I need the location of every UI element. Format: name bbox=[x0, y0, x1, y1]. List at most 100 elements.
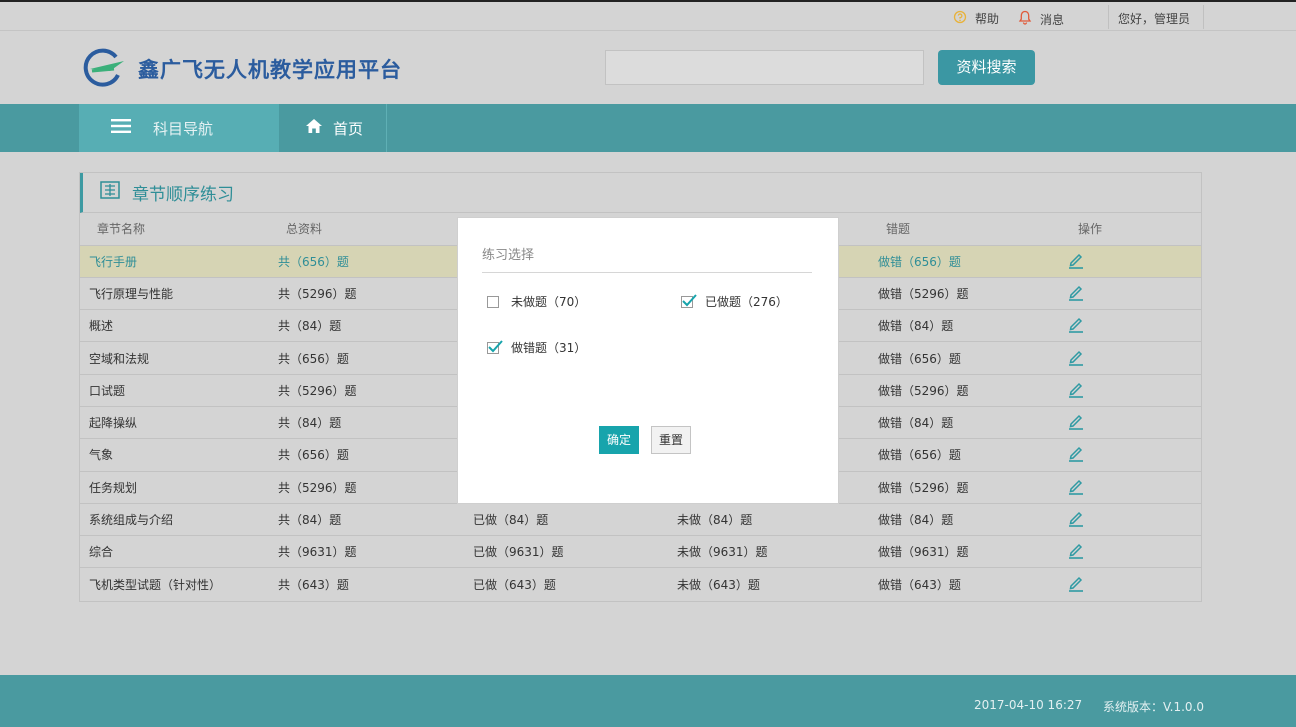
edit-icon[interactable] bbox=[1068, 350, 1084, 369]
total-count: 共（656）题 bbox=[269, 438, 464, 472]
footer-version: 系统版本：V.1.0.0 bbox=[1103, 700, 1205, 714]
column-header: 错题 bbox=[886, 222, 911, 237]
confirm-button[interactable]: 确定 bbox=[599, 426, 639, 454]
option-label: 已做题（276） bbox=[705, 295, 788, 309]
practice-select-dialog: 练习选择 未做题（70） 已做题（276） 做错题（31） 确定 重置 bbox=[457, 217, 839, 504]
dialog-title: 练习选择 bbox=[482, 244, 812, 273]
total-count: 共（9631）题 bbox=[269, 535, 464, 568]
main-nav: 科目导航 首页 bbox=[0, 104, 1296, 152]
wrong-count: 做错（656）题 bbox=[869, 341, 1061, 375]
nav-subjects-label: 科目导航 bbox=[153, 119, 214, 138]
wrong-count: 做错（84）题 bbox=[869, 502, 1061, 536]
option-label: 做错题（31） bbox=[511, 341, 587, 355]
wrong-count: 做错（5296）题 bbox=[869, 276, 1061, 310]
search-button[interactable]: 资料搜索 bbox=[938, 50, 1035, 85]
chapter-name: 飞行手册 bbox=[80, 244, 269, 278]
wrong-count: 做错（9631）题 bbox=[869, 535, 1061, 568]
option-undone[interactable]: 未做题（70） bbox=[487, 293, 586, 310]
total-count: 共（5296）题 bbox=[269, 373, 464, 407]
platform-title: 鑫广飞无人机教学应用平台 bbox=[138, 58, 402, 82]
wrong-count: 做错（5296）题 bbox=[869, 470, 1061, 504]
checkbox-wrong[interactable] bbox=[487, 339, 503, 354]
menu-icon bbox=[111, 119, 131, 137]
edit-action[interactable] bbox=[1061, 244, 1201, 278]
total-count: 共（84）题 bbox=[269, 309, 464, 342]
checkbox-undone[interactable] bbox=[487, 295, 499, 308]
edit-icon[interactable] bbox=[1068, 318, 1084, 336]
edit-action[interactable] bbox=[1061, 341, 1201, 375]
wrong-count: 做错（84）题 bbox=[869, 405, 1061, 439]
edit-icon[interactable] bbox=[1068, 511, 1084, 530]
chapter-name: 气象 bbox=[80, 438, 269, 472]
message-link[interactable]: 消息 bbox=[1018, 10, 1064, 28]
option-wrong[interactable]: 做错题（31） bbox=[487, 339, 586, 356]
total-count: 共（5296）题 bbox=[269, 276, 464, 310]
wrong-count: 做错（656）题 bbox=[869, 438, 1061, 472]
wrong-count: 做错（643）题 bbox=[869, 567, 1061, 601]
edit-icon[interactable] bbox=[1068, 285, 1084, 304]
edit-icon[interactable] bbox=[1068, 576, 1084, 595]
edit-icon[interactable] bbox=[1068, 415, 1084, 433]
undone-count: 未做（643）题 bbox=[668, 567, 869, 601]
chapter-icon bbox=[100, 181, 120, 204]
user-greeting[interactable]: 您好，管理员 bbox=[1118, 10, 1190, 27]
help-label: 帮助 bbox=[975, 12, 1000, 26]
done-count: 已做（84）题 bbox=[464, 502, 668, 536]
option-label: 未做题（70） bbox=[511, 295, 587, 309]
message-label: 消息 bbox=[1040, 12, 1065, 27]
logo[interactable]: 鑫广飞无人机教学应用平台 bbox=[80, 47, 402, 91]
total-count: 共（656）题 bbox=[269, 244, 464, 278]
total-count: 共（84）题 bbox=[269, 502, 464, 536]
chapter-name: 空域和法规 bbox=[80, 341, 269, 375]
help-link[interactable]: 帮助 bbox=[953, 10, 999, 27]
edit-icon[interactable] bbox=[1068, 447, 1084, 465]
footer: 2017-04-10 16:27 系统版本：V.1.0.0 bbox=[0, 675, 1296, 727]
top-bar: 帮助 消息 您好，管理员 bbox=[0, 0, 1296, 31]
option-done[interactable]: 已做题（276） bbox=[681, 293, 788, 310]
footer-datetime: 2017-04-10 16:27 bbox=[974, 698, 1083, 712]
edit-action[interactable] bbox=[1061, 373, 1201, 407]
nav-item-home[interactable]: 首页 bbox=[279, 104, 387, 152]
edit-icon[interactable] bbox=[1068, 479, 1084, 498]
total-count: 共（643）题 bbox=[269, 567, 464, 601]
total-count: 共（84）题 bbox=[269, 405, 464, 439]
search-input[interactable] bbox=[605, 50, 924, 85]
total-count: 共（5296）题 bbox=[269, 470, 464, 504]
edit-action[interactable] bbox=[1061, 309, 1201, 342]
edit-icon[interactable] bbox=[1068, 253, 1084, 272]
reset-button[interactable]: 重置 bbox=[651, 426, 691, 454]
panel-title: 章节顺序练习 bbox=[132, 185, 234, 205]
edit-icon[interactable] bbox=[1068, 382, 1084, 401]
edit-icon[interactable] bbox=[1068, 544, 1084, 562]
chapter-name: 系统组成与介绍 bbox=[80, 502, 269, 536]
chapter-name: 起降操纵 bbox=[80, 405, 269, 439]
done-count: 已做（9631）题 bbox=[464, 535, 668, 568]
chapter-name: 口试题 bbox=[80, 373, 269, 407]
undone-count: 未做（84）题 bbox=[668, 502, 869, 536]
bell-icon bbox=[1018, 10, 1032, 28]
help-icon bbox=[953, 10, 967, 27]
chapter-name: 飞机类型试题（针对性） bbox=[80, 567, 269, 601]
edit-action[interactable] bbox=[1061, 470, 1201, 504]
edit-action[interactable] bbox=[1061, 438, 1201, 472]
edit-action[interactable] bbox=[1061, 535, 1201, 568]
nav-item-subjects[interactable]: 科目导航 bbox=[79, 104, 279, 152]
table-row[interactable]: 飞机类型试题（针对性） 共（643）题 已做（643）题 未做（643）题 做错（643… bbox=[80, 567, 1201, 601]
divider bbox=[1108, 5, 1109, 29]
edit-action[interactable] bbox=[1061, 405, 1201, 439]
wrong-count: 做错（5296）题 bbox=[869, 373, 1061, 407]
edit-action[interactable] bbox=[1061, 276, 1201, 310]
wrong-count: 做错（656）题 bbox=[869, 244, 1061, 278]
home-icon bbox=[305, 118, 323, 138]
checkbox-done[interactable] bbox=[681, 293, 697, 308]
nav-home-label: 首页 bbox=[333, 119, 364, 138]
column-header: 章节名称 bbox=[97, 222, 146, 237]
chapter-name: 综合 bbox=[80, 535, 269, 568]
column-header: 操作 bbox=[1078, 222, 1103, 237]
edit-action[interactable] bbox=[1061, 567, 1201, 601]
header: 鑫广飞无人机教学应用平台 资料搜索 bbox=[0, 31, 1296, 104]
table-row[interactable]: 综合 共（9631）题 已做（9631）题 未做（9631）题 做错（9631）题 bbox=[80, 535, 1201, 568]
check-icon bbox=[682, 293, 697, 306]
table-row[interactable]: 系统组成与介绍 共（84）题 已做（84）题 未做（84）题 做错（84）题 bbox=[80, 502, 1201, 536]
edit-action[interactable] bbox=[1061, 502, 1201, 536]
